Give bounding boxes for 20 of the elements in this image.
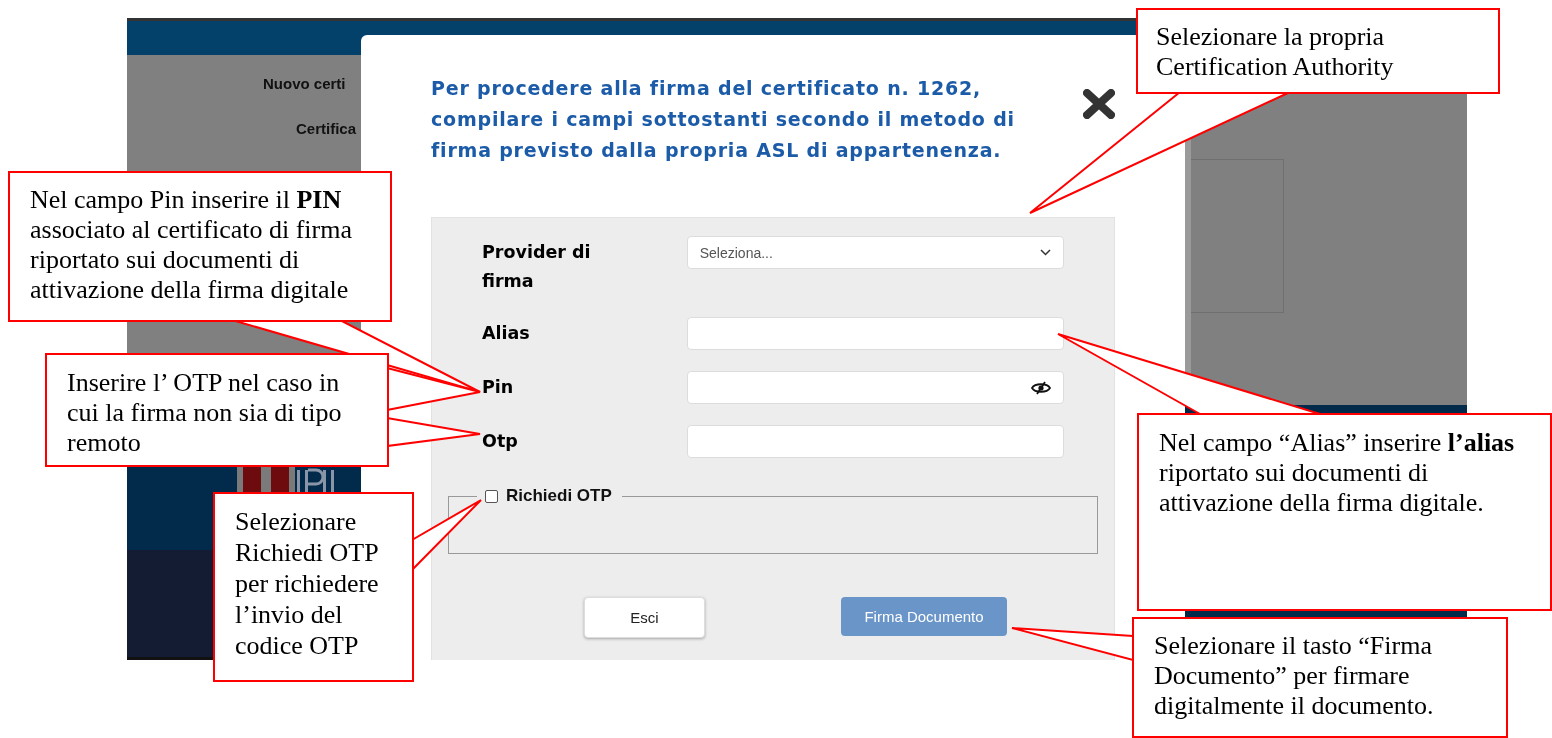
chevron-down-icon <box>1040 249 1051 256</box>
exit-button[interactable]: Esci <box>584 597 705 638</box>
input-field[interactable] <box>686 317 1064 350</box>
callout: Selezionare Richiedi OTP per richiedere l’invio del codice OTP <box>213 492 414 682</box>
close-icon[interactable] <box>1083 89 1115 119</box>
input-field[interactable] <box>686 425 1064 458</box>
field-label: Certifica <box>296 120 357 137</box>
field-label: Provider di firma <box>482 241 592 293</box>
checkbox[interactable] <box>485 489 498 503</box>
checkbox-label[interactable]: Richiedi OTP <box>506 486 612 506</box>
select-field[interactable]: Seleziona... <box>686 236 1064 269</box>
callout: Selezionare il tasto “Firma Documento” per firmare digitalmente il documento. <box>1132 617 1508 738</box>
callout: Selezionare la propria Certification Authority <box>1136 8 1500 94</box>
page-heading: Nuovo certi <box>263 75 346 92</box>
dialog-message: Per procedere alla firma del certificato n. 1262, compilare i campi sottostanti secondo il metodo di firma previsto dalla propria ASL di appartenenza. <box>431 76 1016 163</box>
eye-slash-icon[interactable] <box>1031 380 1051 395</box>
field-label: Pin <box>482 376 515 399</box>
password-field[interactable] <box>686 371 1064 404</box>
field-label: Otp <box>482 430 519 453</box>
field-label: Alias <box>482 322 531 345</box>
